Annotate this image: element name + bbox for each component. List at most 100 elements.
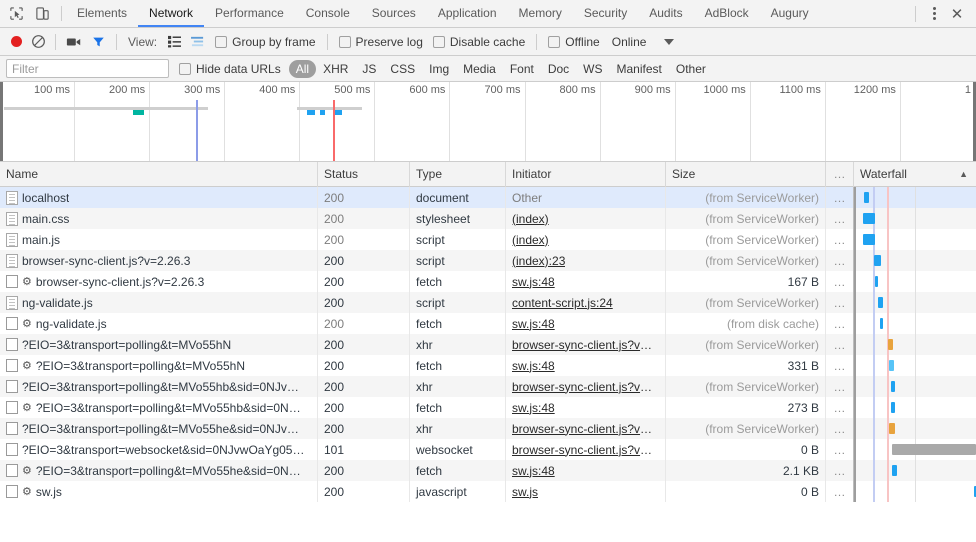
- table-row[interactable]: ng-validate.js 200 script content-script.js…: [0, 292, 976, 313]
- overview-tick-label: 1200 ms: [853, 84, 896, 96]
- close-icon[interactable]: ✕: [946, 4, 968, 24]
- table-row[interactable]: main.js 200 script (index) (from ServiceWork…: [0, 229, 976, 250]
- cell-size: 167 B: [666, 271, 826, 292]
- initiator-link[interactable]: browser-sync-client.js?v=…: [512, 443, 659, 457]
- cell-overflow: …: [826, 460, 854, 481]
- initiator-link[interactable]: browser-sync-client.js?v=…: [512, 422, 659, 436]
- filter-type-css[interactable]: CSS: [383, 60, 422, 78]
- column-header-size[interactable]: Size: [666, 161, 826, 187]
- initiator-link[interactable]: sw.js:48: [512, 317, 555, 331]
- overview-request-chip: [133, 110, 144, 115]
- capture-screenshots-button[interactable]: [63, 32, 85, 52]
- table-row[interactable]: ⚙ browser-sync-client.js?v=2.26.3 200 fetch…: [0, 271, 976, 292]
- tab-memory[interactable]: Memory: [508, 0, 573, 27]
- device-toolbar-icon[interactable]: [34, 5, 51, 22]
- table-row[interactable]: main.css 200 stylesheet (index) (from Servic…: [0, 208, 976, 229]
- record-button[interactable]: [6, 32, 26, 52]
- table-row[interactable]: localhost 200 document Other (from ServiceWo…: [0, 187, 976, 208]
- column-header-type[interactable]: Type: [410, 161, 506, 187]
- filter-type-manifest[interactable]: Manifest: [610, 60, 669, 78]
- cell-overflow: …: [826, 229, 854, 250]
- throttling-select[interactable]: Online: [612, 35, 675, 49]
- hide-data-urls-checkbox[interactable]: Hide data URLs: [179, 62, 281, 76]
- filter-type-doc[interactable]: Doc: [541, 60, 576, 78]
- overview-left-handle[interactable]: [0, 82, 3, 161]
- table-row[interactable]: ⚙ ?EIO=3&transport=polling&t=MVo55hN 200 fe…: [0, 355, 976, 376]
- offline-checkbox[interactable]: Offline: [548, 35, 600, 49]
- waterfall-gridline: [915, 250, 916, 271]
- preserve-log-checkbox[interactable]: Preserve log: [338, 35, 423, 49]
- inspect-element-icon[interactable]: [8, 5, 25, 22]
- cell-type: script: [410, 229, 506, 250]
- column-header-name[interactable]: Name: [0, 161, 318, 187]
- column-header-waterfall[interactable]: Waterfall ▲: [854, 162, 976, 187]
- table-row[interactable]: ?EIO=3&transport=websocket&sid=0NJvwOaYg…: [0, 439, 976, 460]
- request-name: main.css: [22, 211, 70, 226]
- view-waterfall-button[interactable]: [187, 32, 209, 52]
- disable-cache-checkbox[interactable]: Disable cache: [432, 35, 525, 49]
- initiator-link[interactable]: (index): [512, 212, 549, 226]
- filter-type-img[interactable]: Img: [422, 60, 456, 78]
- table-row[interactable]: ⚙ ?EIO=3&transport=polling&t=MVo55he&sid=…: [0, 460, 976, 481]
- initiator-link[interactable]: (index):23: [512, 254, 565, 268]
- initiator-link[interactable]: sw.js: [512, 485, 538, 499]
- table-row[interactable]: ?EIO=3&transport=polling&t=MVo55he&sid=0…: [0, 418, 976, 439]
- table-row[interactable]: ?EIO=3&transport=polling&t=MVo55hb&sid=0…: [0, 376, 976, 397]
- filter-toggle-button[interactable]: [87, 32, 109, 52]
- filter-type-xhr[interactable]: XHR: [316, 60, 355, 78]
- initiator-link[interactable]: sw.js:48: [512, 401, 555, 415]
- initiator-link[interactable]: sw.js:48: [512, 464, 555, 478]
- table-row[interactable]: ⚙ sw.js 200 javascript sw.js 0 B…: [0, 481, 976, 502]
- waterfall-gridline: [915, 187, 916, 208]
- filter-type-media[interactable]: Media: [456, 60, 503, 78]
- initiator-link[interactable]: browser-sync-client.js?v=…: [512, 380, 659, 394]
- initiator-link[interactable]: (index): [512, 233, 549, 247]
- waterfall-load-line: [886, 481, 889, 502]
- filter-type-all[interactable]: All: [288, 59, 317, 78]
- filter-type-ws[interactable]: WS: [576, 60, 609, 78]
- blank-icon: [6, 422, 18, 435]
- tab-audits[interactable]: Audits: [638, 0, 693, 27]
- initiator-link[interactable]: browser-sync-client.js?v=…: [512, 338, 659, 352]
- table-row[interactable]: browser-sync-client.js?v=2.26.3 200 script…: [0, 250, 976, 271]
- table-row[interactable]: ⚙ ?EIO=3&transport=polling&t=MVo55hb&sid=…: [0, 397, 976, 418]
- filter-type-font[interactable]: Font: [503, 60, 541, 78]
- overview-tick: 600 ms: [375, 82, 451, 161]
- tab-adblock[interactable]: AdBlock: [694, 0, 760, 27]
- checkbox-box: [179, 62, 191, 75]
- waterfall-left-edge: [854, 292, 856, 313]
- clear-button[interactable]: [28, 32, 48, 52]
- tab-elements[interactable]: Elements: [66, 0, 138, 27]
- tab-performance[interactable]: Performance: [204, 0, 295, 27]
- initiator-link[interactable]: sw.js:48: [512, 275, 555, 289]
- tabbar-divider: [61, 6, 62, 21]
- initiator-link[interactable]: content-script.js:24: [512, 296, 613, 310]
- cell-initiator: Other: [506, 187, 666, 208]
- tab-augury[interactable]: Augury: [760, 0, 820, 27]
- waterfall-dcl-line: [872, 460, 875, 481]
- filter-input[interactable]: [6, 59, 169, 78]
- cell-overflow: …: [826, 313, 854, 334]
- requests-table-body[interactable]: localhost 200 document Other (from ServiceWo…: [0, 187, 976, 542]
- table-row[interactable]: ⚙ ng-validate.js 200 fetch sw.js:48 (from dis…: [0, 313, 976, 334]
- column-header-overflow[interactable]: …: [826, 161, 854, 187]
- filter-type-other[interactable]: Other: [669, 60, 713, 78]
- group-by-frame-checkbox[interactable]: Group by frame: [215, 35, 316, 49]
- column-header-status[interactable]: Status: [318, 161, 410, 187]
- tab-console[interactable]: Console: [295, 0, 361, 27]
- network-control-toolbar: View: Group by frame Preserve log Disabl…: [0, 28, 976, 56]
- network-overview-timeline[interactable]: 100 ms 200 ms 300 ms 400 ms 500 ms 600 ms 700 …: [0, 82, 976, 162]
- cell-initiator: sw.js:48: [506, 313, 666, 334]
- filter-type-js[interactable]: JS: [355, 60, 383, 78]
- view-list-button[interactable]: [163, 32, 185, 52]
- tab-sources[interactable]: Sources: [361, 0, 427, 27]
- initiator-link[interactable]: sw.js:48: [512, 359, 555, 373]
- more-options-icon[interactable]: [924, 4, 944, 24]
- table-row[interactable]: ?EIO=3&transport=polling&t=MVo55hN 200 xhr…: [0, 334, 976, 355]
- tab-network[interactable]: Network: [138, 0, 205, 27]
- overview-tick-label: 900 ms: [634, 84, 671, 96]
- tab-security[interactable]: Security: [573, 0, 638, 27]
- column-header-initiator[interactable]: Initiator: [506, 161, 666, 187]
- tab-application[interactable]: Application: [427, 0, 508, 27]
- cell-overflow: …: [826, 397, 854, 418]
